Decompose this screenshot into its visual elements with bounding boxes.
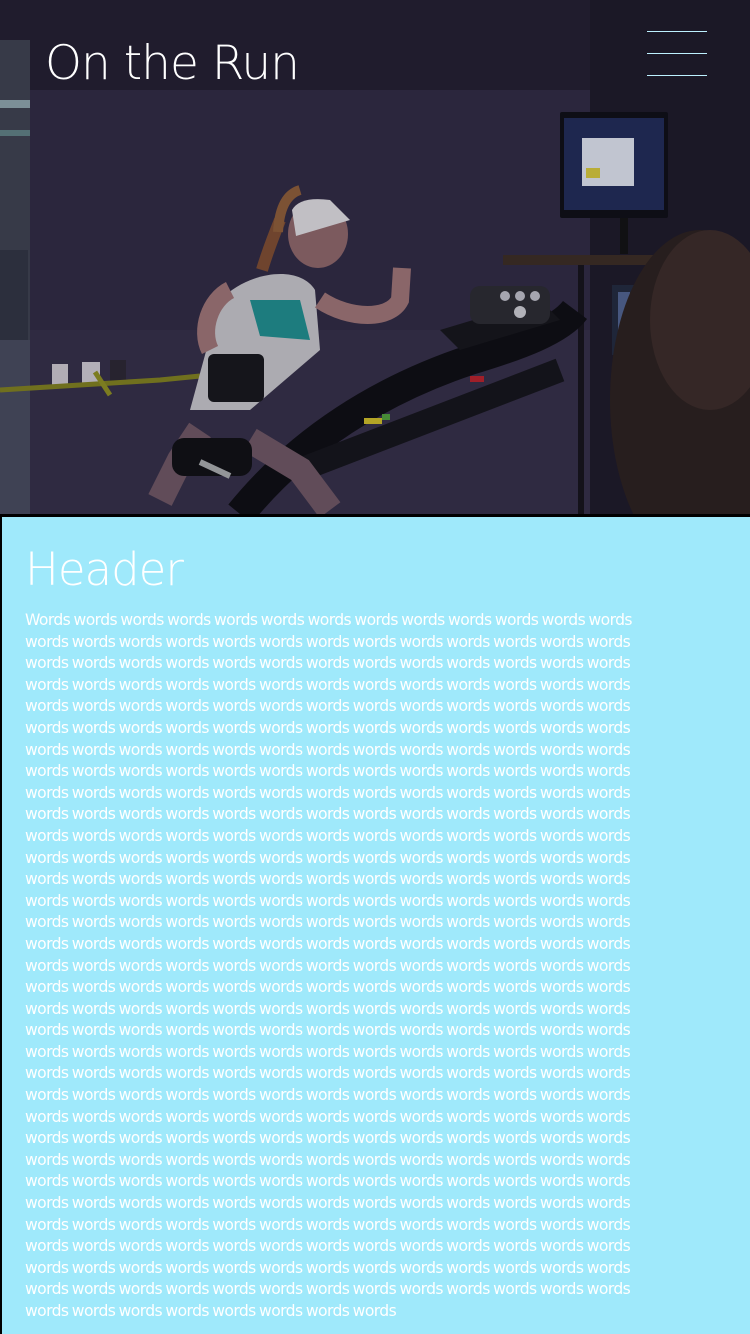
site-title[interactable]: On the Run: [45, 36, 300, 91]
page: On the Run Header Words words words word…: [0, 0, 750, 1334]
menu-line-middle: [647, 53, 707, 54]
hero-section: On the Run: [0, 0, 750, 514]
body-text: Words words words words words words word…: [25, 611, 633, 1320]
hamburger-menu-icon[interactable]: [642, 24, 712, 84]
menu-line-bottom: [647, 75, 707, 76]
section-header: Header: [25, 543, 184, 596]
menu-line-top: [647, 31, 707, 32]
content-section: Header Words words words words words wor…: [0, 514, 750, 1334]
